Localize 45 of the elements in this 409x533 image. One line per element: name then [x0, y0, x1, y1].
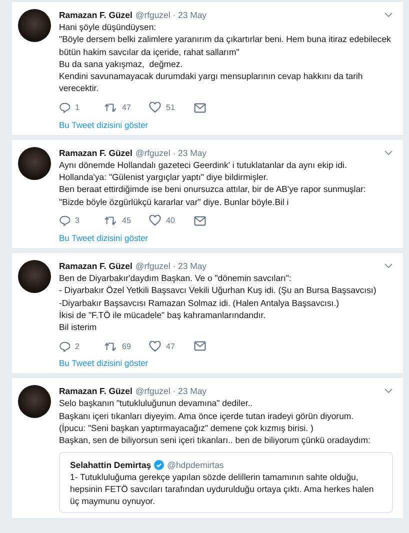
chevron-down-icon[interactable]: [384, 12, 393, 18]
author-name[interactable]: Ramazan F. Güzel: [59, 385, 132, 398]
like-count: 40: [166, 216, 175, 226]
heart-icon[interactable]: [149, 215, 161, 226]
reply-count: 3: [75, 216, 80, 226]
like-count: 51: [166, 103, 175, 112]
heart-icon[interactable]: [149, 102, 161, 114]
tweet-text: Ben de Diyarbakır'daydım Başkan. Ve o "dönemin savcıları": - Diyarbakır Özel Yetkili Başsavcı Vekili Uğurhan Kuş idi. (Şu an Bursa Başsavcısı) -Diyarbakır Başsavcısı Ramazan Solmaz idi. (Halen Antalya Başsavcısı.) İkisi de "F.TÖ ile mücadele" baş kahramanlarındandır. Bil isterim: [59, 272, 378, 334]
avatar[interactable]: [18, 9, 51, 42]
retweet-count: 69: [122, 342, 131, 351]
tweet-meta: @rfguzel · 23 May: [135, 260, 206, 272]
tweet-text: Aynı dönemde Hollandalı gazeteci Geerdink' i tutuklatanlar da aynı ekip idi. Hollanda'ya: "Gülenist yargıçlar yaptı" diye bildirmişler. Ben beraat ettirdiğimde ise beni onursuzca attılar, bir de AB'ye rapor sunmuşlar: "Bizde böyle özgürlükçü kararlar var" diye. Bunlar böyle.Bil i: [59, 158, 367, 208]
reply-icon[interactable]: [59, 340, 70, 352]
like-count: 47: [166, 342, 175, 351]
avatar[interactable]: [18, 260, 51, 293]
user-handle: @hdpdemirtas: [167, 458, 224, 471]
avatar[interactable]: [18, 385, 51, 418]
reply-count: 2: [75, 342, 80, 351]
chevron-down-icon[interactable]: [384, 262, 393, 269]
chevron-down-icon[interactable]: [384, 388, 393, 394]
retweet-icon[interactable]: [104, 102, 117, 114]
avatar[interactable]: [18, 146, 51, 180]
tweet-meta: @rfguzel · 23 May: [135, 146, 206, 159]
author-name[interactable]: Ramazan F. Güzel: [59, 9, 132, 21]
reply-icon[interactable]: [59, 215, 70, 226]
retweet-icon[interactable]: [104, 340, 117, 352]
envelope-icon[interactable]: [194, 102, 206, 113]
tweet-text: Hani şöyle düşündüysen: "Böyle dersem belki zalimlere yaranırım da çıkartırlar beni. Hem buna itiraz edebilecek bütün hakim savcılar da içeride, rahat sallarım" Bu da sana yakışmaz, değmez. Kendini savunamayacak durumdaki yargı mensuplarının cevap hakkını da tarih verecektir.: [59, 21, 392, 95]
retweet-count: 45: [122, 216, 131, 226]
chevron-down-icon[interactable]: [384, 150, 393, 156]
tweet-text: Selo başkanın "tutukluluğunun devamına" dediler.. Başkanı içeri tıkanları diyeyim. Ama önce içerde tutan iradeyi görün diyorum. (İpucu: "Seni başkan yaptırmayacağız" demene çok kızmış birisi. ) Başkan, sen de biliyorsun seni içeri tıkanları.. ben de biliyorum çünkü oradaydım:: [59, 397, 372, 447]
envelope-icon[interactable]: [194, 216, 206, 226]
quoted-tweet[interactable]: [59, 452, 393, 513]
author-name: Selahattin Demirtaş: [70, 458, 152, 471]
tweet-meta: @rfguzel · 23 May: [135, 385, 206, 398]
retweet-icon[interactable]: [104, 215, 117, 226]
heart-icon[interactable]: [149, 340, 161, 352]
tweet-meta: @rfguzel · 23 May: [135, 9, 206, 21]
retweet-count: 47: [122, 103, 131, 112]
tweet-text: 1- Tutukluluğuma gerekçe yapılan sözde delillerin tamamının sahte olduğu, hepsinin FETÖ savcıları tarafından uydurulduğu ortaya çıktı. Ama herkes halen üç maymunu oynuyor.: [70, 470, 375, 508]
reply-icon[interactable]: [59, 102, 70, 114]
author-name[interactable]: Ramazan F. Güzel: [59, 146, 132, 159]
reply-count: 1: [75, 103, 80, 112]
author-name[interactable]: Ramazan F. Güzel: [59, 260, 132, 272]
envelope-icon[interactable]: [194, 341, 206, 352]
